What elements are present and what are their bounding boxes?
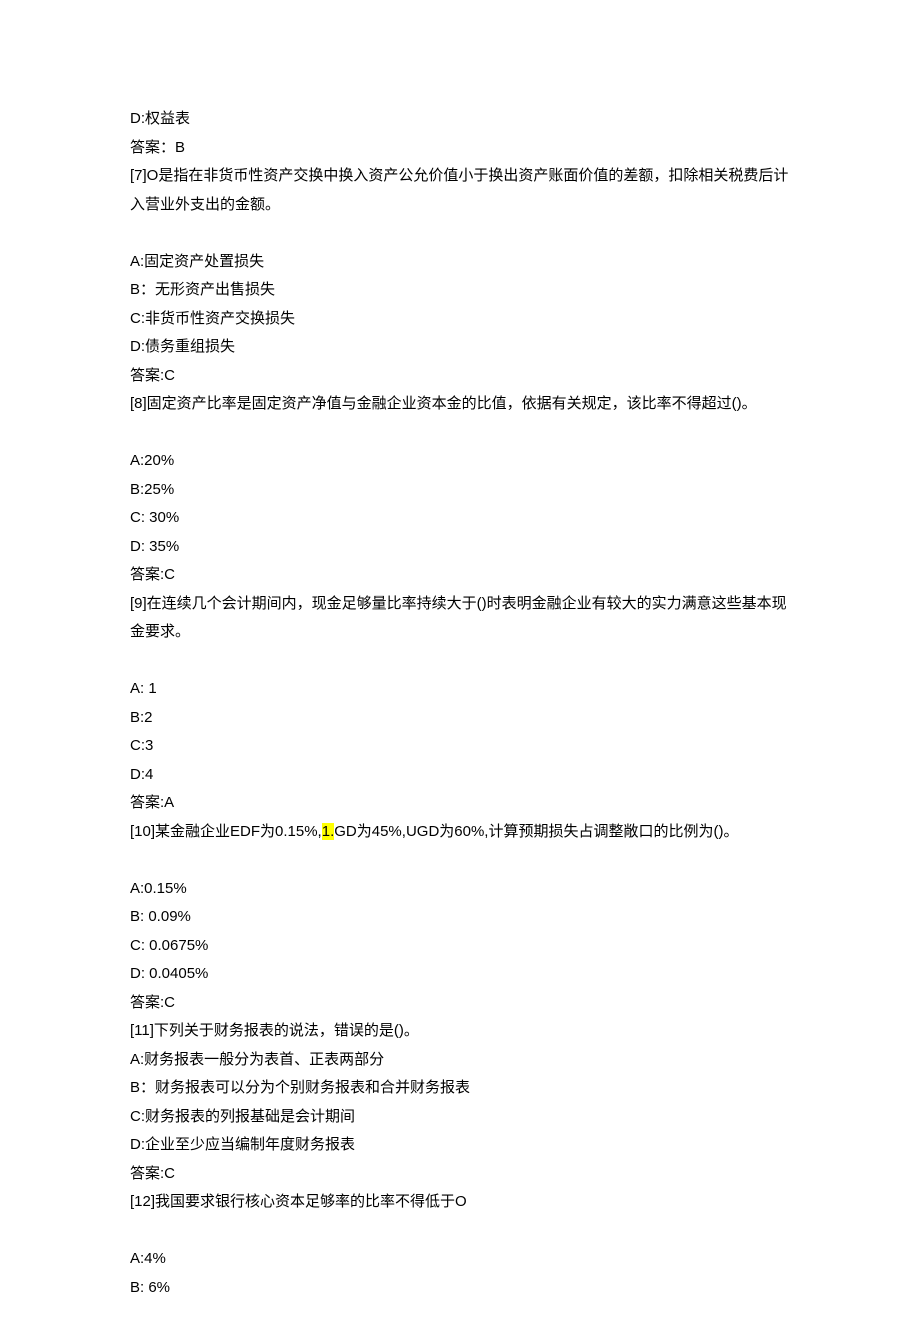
text-line: [10]某金融企业EDF为0.15%,1.GD为45%,UGD为60%,计算预期… bbox=[130, 818, 790, 847]
text-line: A:4% bbox=[130, 1245, 790, 1274]
text-line: D:权益表 bbox=[130, 105, 790, 134]
text-line: [11]下列关于财务报表的说法，错误的是()。 bbox=[130, 1017, 790, 1046]
text-line: [9]在连续几个会计期间内，现金足够量比率持续大于()时表明金融企业有较大的实力… bbox=[130, 590, 790, 647]
text-line: C:非货币性资产交换损失 bbox=[130, 305, 790, 334]
text-line bbox=[130, 219, 790, 248]
text-line: B:25% bbox=[130, 476, 790, 505]
document-page: D:权益表答案：B[7]O是指在非货币性资产交换中换入资产公允价值小于换出资产账… bbox=[0, 0, 920, 1332]
text-line: C: 0.0675% bbox=[130, 932, 790, 961]
text-line: C: 30% bbox=[130, 504, 790, 533]
text-line: D:企业至少应当编制年度财务报表 bbox=[130, 1131, 790, 1160]
text-line: 答案：B bbox=[130, 134, 790, 163]
text-line bbox=[130, 647, 790, 676]
text-line: B: 6% bbox=[130, 1274, 790, 1303]
text-line: A:固定资产处置损失 bbox=[130, 248, 790, 277]
text-segment: GD为45%,UGD为60%,计算预期损失占调整敞口的比例为()。 bbox=[334, 823, 738, 840]
text-line bbox=[130, 846, 790, 875]
text-line: A:0.15% bbox=[130, 875, 790, 904]
text-line: B: 0.09% bbox=[130, 903, 790, 932]
text-line: [7]O是指在非货币性资产交换中换入资产公允价值小于换出资产账面价值的差额，扣除… bbox=[130, 162, 790, 219]
text-line: 答案:C bbox=[130, 1160, 790, 1189]
text-line: D: 35% bbox=[130, 533, 790, 562]
text-line bbox=[130, 1217, 790, 1246]
text-line: A: 1 bbox=[130, 675, 790, 704]
text-line: D:4 bbox=[130, 761, 790, 790]
text-line: C:3 bbox=[130, 732, 790, 761]
text-line: [8]固定资产比率是固定资产净值与金融企业资本金的比值，依据有关规定，该比率不得… bbox=[130, 390, 790, 419]
text-line: 答案:C bbox=[130, 561, 790, 590]
text-line: C:财务报表的列报基础是会计期间 bbox=[130, 1103, 790, 1132]
text-line: D:债务重组损失 bbox=[130, 333, 790, 362]
text-line: 答案:A bbox=[130, 789, 790, 818]
highlighted-text: 1. bbox=[322, 823, 335, 840]
text-line: A:财务报表一般分为表首、正表两部分 bbox=[130, 1046, 790, 1075]
text-line: 答案:C bbox=[130, 362, 790, 391]
text-line: [12]我国要求银行核心资本足够率的比率不得低于O bbox=[130, 1188, 790, 1217]
text-line: B：无形资产出售损失 bbox=[130, 276, 790, 305]
text-line: B：财务报表可以分为个别财务报表和合并财务报表 bbox=[130, 1074, 790, 1103]
text-line: 答案:C bbox=[130, 989, 790, 1018]
text-line: D: 0.0405% bbox=[130, 960, 790, 989]
text-line bbox=[130, 419, 790, 448]
text-segment: [10]某金融企业EDF为0.15%, bbox=[130, 823, 322, 840]
text-line: B:2 bbox=[130, 704, 790, 733]
text-line: A:20% bbox=[130, 447, 790, 476]
